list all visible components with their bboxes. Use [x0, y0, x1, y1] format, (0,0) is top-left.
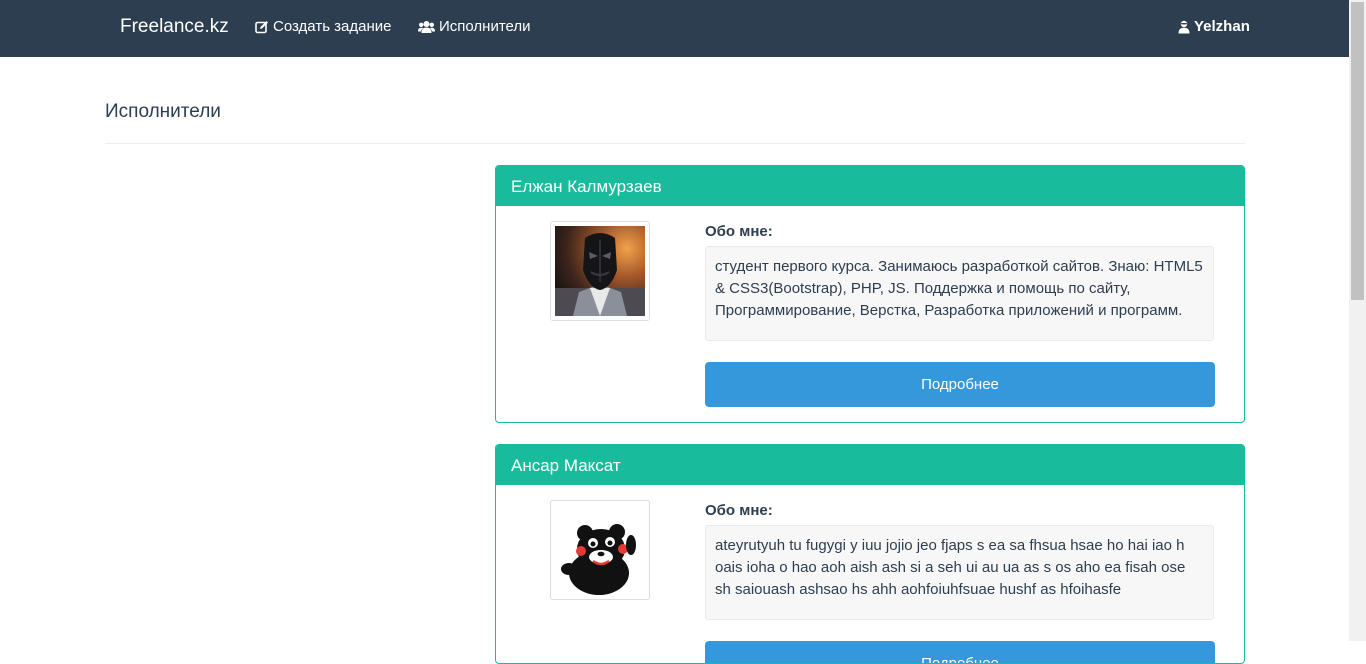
nav-performers[interactable]: Исполнители [418, 18, 531, 35]
page-title: Исполнители [105, 101, 221, 122]
nav-create-task-label: Создать задание [273, 18, 392, 35]
details-button[interactable]: Подробнее [705, 362, 1215, 407]
nav-user-label: Yelzhan [1194, 18, 1250, 35]
performer-name: Ансар Максат [496, 445, 1244, 485]
about-label: Обо мне: [705, 223, 773, 240]
performer-card: Елжан Калмурзаев Обо мне: студент первог… [495, 165, 1245, 423]
about-text: студент первого курса. Занимаюсь разрабо… [705, 246, 1214, 341]
performer-name: Елжан Калмурзаев [496, 166, 1244, 206]
masked-figure-photo [555, 226, 645, 316]
kumamon-bear-image [555, 505, 645, 595]
user-icon [1178, 20, 1190, 34]
nav-user-menu[interactable]: Yelzhan [1178, 18, 1250, 35]
nav-performers-label: Исполнители [439, 18, 531, 35]
page-scrollbar[interactable] [1349, 0, 1366, 641]
top-navbar: Freelance.kz Создать задание Исполнители [0, 0, 1349, 57]
scrollbar-thumb[interactable] [1351, 2, 1364, 300]
about-label: Обо мне: [705, 502, 773, 519]
performer-avatar[interactable] [550, 221, 650, 321]
performer-avatar[interactable] [550, 500, 650, 600]
brand-link[interactable]: Freelance.kz [120, 16, 229, 38]
details-button[interactable]: Подробнее [705, 641, 1215, 663]
nav-create-task[interactable]: Создать задание [255, 18, 392, 35]
about-text: ateyrutyuh tu fugygi y iuu jojio jeo fja… [705, 525, 1214, 620]
performer-card: Ансар Максат Обо мне: ateyrutyuh tu fugy… [495, 444, 1245, 664]
users-icon [418, 20, 435, 34]
title-divider [105, 143, 1245, 144]
edit-icon [255, 20, 269, 34]
